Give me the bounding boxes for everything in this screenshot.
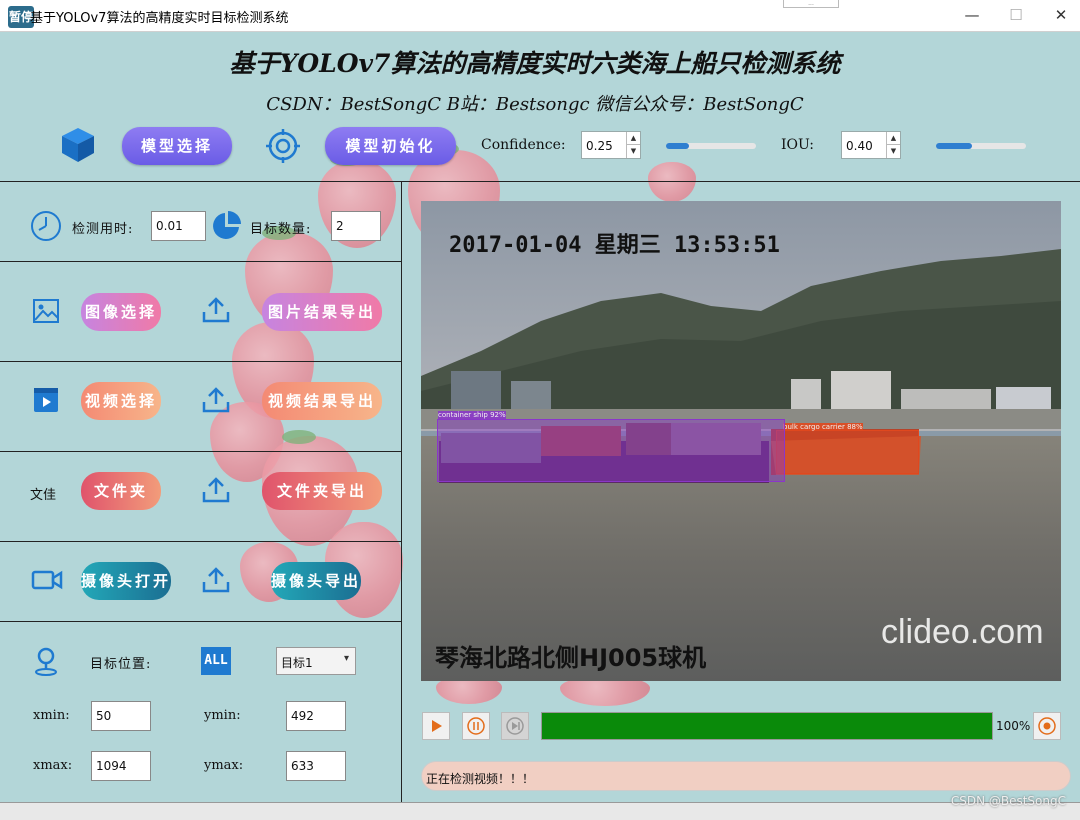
xmin-label: xmin: xyxy=(33,708,70,723)
spin-up-icon: ▲ xyxy=(887,132,900,145)
detection-label: bulk cargo carrier 88% xyxy=(783,423,863,431)
target-select[interactable]: 目标1 ▾ xyxy=(276,647,356,675)
ymax-field[interactable]: 633 xyxy=(286,751,346,781)
image-select-button[interactable]: 图像选择 xyxy=(81,293,161,331)
confidence-spinbox[interactable]: 0.25 ▲ ▼ xyxy=(581,131,641,159)
play-button[interactable] xyxy=(422,712,450,740)
status-bar: 正在检测视频！！！ xyxy=(421,761,1071,791)
spin-up-icon: ▲ xyxy=(627,132,640,145)
spin-down-icon: ▼ xyxy=(890,147,897,155)
xmin-field[interactable]: 50 xyxy=(91,701,151,731)
confidence-label: Confidence: xyxy=(481,137,566,153)
model-select-button[interactable]: 模型选择 xyxy=(122,127,232,165)
video-location-overlay: 琴海北路北侧HJ005球机 xyxy=(435,644,707,672)
detection-box-bulk-carrier: bulk cargo carrier 88% xyxy=(776,423,919,474)
window-bottom-edge xyxy=(0,802,1080,820)
xmax-label: xmax: xyxy=(33,758,73,773)
video-export-button[interactable]: 视频结果导出 xyxy=(262,382,382,420)
target-count-field[interactable]: 2 xyxy=(331,211,381,241)
confidence-slider-fill xyxy=(666,143,689,149)
upload-icon[interactable] xyxy=(201,386,231,418)
detection-label: container ship 92% xyxy=(438,411,506,419)
progress-fill xyxy=(542,713,992,739)
divider xyxy=(0,541,401,542)
folder-button[interactable]: 文件夹 xyxy=(81,472,161,510)
minimize-button[interactable]: — xyxy=(957,4,987,26)
target-position-label: 目标位置: xyxy=(90,657,152,672)
video-progress-bar[interactable] xyxy=(541,712,993,740)
divider xyxy=(401,181,402,802)
divider xyxy=(0,621,401,622)
close-button[interactable]: ✕ xyxy=(1046,4,1076,26)
folder-export-button[interactable]: 文件夹导出 xyxy=(262,472,382,510)
camera-open-button[interactable]: 摄像头打开 xyxy=(81,562,171,600)
page-subtitle: CSDN：BestSongC B站：Bestsongc 微信公众号：BestSo… xyxy=(266,94,804,115)
chevron-down-icon: ▾ xyxy=(343,653,349,664)
clock-icon xyxy=(30,210,62,246)
image-export-button[interactable]: 图片结果导出 xyxy=(262,293,382,331)
divider xyxy=(0,181,1080,182)
upload-icon[interactable] xyxy=(201,296,231,328)
video-datetime-overlay: 2017-01-04 星期三 13:53:51 xyxy=(449,233,780,258)
page-title: 基于YOLOv7算法的高精度实时六类海上船只检测系统 xyxy=(229,49,841,78)
ymin-label: ymin: xyxy=(204,708,241,723)
ymin-field[interactable]: 492 xyxy=(286,701,346,731)
stop-button[interactable] xyxy=(1033,712,1061,740)
detect-time-label: 检测用时: xyxy=(72,222,134,237)
all-targets-icon[interactable]: ALL xyxy=(201,647,231,675)
divider xyxy=(0,361,401,362)
detect-time-field[interactable]: 0.01 xyxy=(151,211,206,241)
progress-percent: 100% xyxy=(996,719,1031,733)
xmax-field[interactable]: 1094 xyxy=(91,751,151,781)
target-count-label: 目标数量: xyxy=(250,222,312,237)
detection-box-container-ship: container ship 92% xyxy=(437,411,785,482)
pause-button[interactable] xyxy=(462,712,490,740)
image-icon xyxy=(32,298,60,328)
window-title: 基于YOLOv7算法的高精度实时目标检测系统 xyxy=(30,11,289,26)
upload-icon[interactable] xyxy=(201,566,231,598)
camera-icon xyxy=(31,569,63,595)
video-display: bulk cargo carrier 88% container ship 92… xyxy=(421,201,1061,681)
maximize-button[interactable]: ☐ xyxy=(1001,4,1031,26)
divider xyxy=(0,451,401,452)
camera-export-button[interactable]: 摄像头导出 xyxy=(271,562,361,600)
iou-label: IOU: xyxy=(781,137,815,153)
folder-icon: 文佳 xyxy=(30,488,57,503)
model-init-button[interactable]: 模型初始化 xyxy=(325,127,456,165)
divider xyxy=(0,261,401,262)
video-select-button[interactable]: 视频选择 xyxy=(81,382,161,420)
confidence-slider[interactable] xyxy=(666,143,756,149)
location-pin-icon xyxy=(33,646,59,680)
cube-icon xyxy=(60,126,96,168)
pie-chart-icon xyxy=(210,210,242,246)
window-titlebar: 暂停 基于YOLOv7算法的高精度实时目标检测系统 ... — ☐ ✕ xyxy=(0,0,1080,32)
spin-down-icon: ▼ xyxy=(630,147,637,155)
video-icon xyxy=(33,387,59,417)
upload-icon[interactable] xyxy=(201,476,231,508)
target-icon xyxy=(265,128,301,168)
iou-slider-fill xyxy=(936,143,972,149)
footer-credit: CSDN @BestSongC xyxy=(950,794,1066,808)
iou-spinbox[interactable]: 0.40 ▲ ▼ xyxy=(841,131,901,159)
next-frame-button[interactable] xyxy=(501,712,529,740)
tooltip: ... xyxy=(783,0,839,8)
video-watermark: clideo.com xyxy=(881,613,1044,651)
ymax-label: ymax: xyxy=(204,758,244,773)
iou-slider[interactable] xyxy=(936,143,1026,149)
